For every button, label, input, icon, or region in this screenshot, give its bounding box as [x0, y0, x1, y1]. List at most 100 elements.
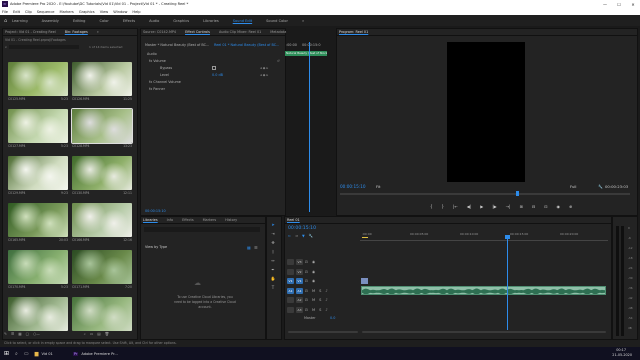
- solo-icon[interactable]: S: [319, 298, 321, 302]
- program-fit-select[interactable]: Fit: [376, 184, 380, 189]
- bypass-checkbox[interactable]: [212, 66, 216, 70]
- clip-thumbnail[interactable]: [8, 62, 68, 96]
- menu-view[interactable]: View: [100, 10, 109, 14]
- mark-out-button[interactable]: }: [442, 204, 445, 209]
- source-patch-button[interactable]: [287, 306, 294, 313]
- lock-icon[interactable]: ⊡: [305, 308, 308, 312]
- step-back-button[interactable]: ◀|: [467, 204, 471, 209]
- taskbar-premiere-icon[interactable]: Pr: [72, 351, 79, 356]
- lock-icon[interactable]: ⊡: [305, 279, 308, 283]
- clip-thumbnail[interactable]: [71, 108, 133, 144]
- add-button[interactable]: ⊕: [569, 204, 572, 209]
- new-bin-icon[interactable]: ▭: [90, 332, 93, 336]
- home-icon[interactable]: ⌂: [4, 18, 12, 24]
- workspace-graphics[interactable]: Graphics: [173, 19, 189, 23]
- mute-icon[interactable]: M: [312, 289, 315, 293]
- tab-project[interactable]: Project: Vid 01 - Creating Reel: [5, 30, 56, 34]
- timeline-h-scrollbar[interactable]: [362, 331, 606, 333]
- mic-icon[interactable]: ♪: [325, 289, 327, 293]
- track-label[interactable]: A2: [296, 297, 303, 303]
- eye-icon[interactable]: ◉: [312, 279, 315, 283]
- tab-program[interactable]: Program: Reel 01: [339, 30, 368, 34]
- timeline-zoom-scrollbar[interactable]: [288, 331, 358, 333]
- maximize-button[interactable]: ☐: [612, 2, 626, 7]
- keyframe-nav-icon[interactable]: ◂ ◆ ▸: [260, 66, 268, 70]
- mute-icon[interactable]: M: [312, 308, 315, 312]
- program-scrubber[interactable]: [340, 193, 630, 195]
- taskbar-item-premiere[interactable]: Adobe Premiere Pr...: [81, 352, 117, 356]
- taskbar-item-vid01[interactable]: Vid 01: [41, 352, 52, 356]
- lift-button[interactable]: ⊞: [519, 204, 522, 209]
- search-bin-icon[interactable]: ⌕: [84, 332, 86, 336]
- video-clip-v1[interactable]: [361, 278, 368, 284]
- menu-graphics[interactable]: Graphics: [79, 10, 95, 14]
- clip-thumbnail[interactable]: [72, 62, 132, 96]
- workspace-sound-color[interactable]: Sound Color: [266, 19, 288, 23]
- libraries-dropdown[interactable]: [144, 227, 260, 232]
- step-forward-button[interactable]: |▶: [492, 204, 496, 209]
- clip-thumbnail[interactable]: [8, 297, 68, 331]
- track-select-tool-icon[interactable]: ⇥: [270, 231, 276, 237]
- track-label[interactable]: A3: [296, 306, 303, 313]
- source-patch-button[interactable]: [287, 268, 294, 275]
- audio-clip-a1[interactable]: [361, 286, 606, 295]
- workspace-color[interactable]: Color: [99, 19, 108, 23]
- pen-tool-icon[interactable]: ✒: [270, 267, 276, 273]
- reset-volume-icon[interactable]: ↺: [277, 59, 280, 63]
- solo-icon[interactable]: S: [319, 308, 321, 312]
- clip-thumbnail[interactable]: [72, 250, 132, 284]
- go-to-out-button[interactable]: →|: [506, 204, 511, 209]
- workspaces-more[interactable]: »: [302, 19, 304, 23]
- source-patch-button[interactable]: A1: [287, 287, 294, 294]
- track-label[interactable]: V1: [296, 278, 303, 284]
- timeline-playhead-handle[interactable]: [505, 235, 510, 239]
- ec-clip-label[interactable]: Reel 01 * Natural Beauty (Best of BC...: [214, 43, 279, 47]
- keyframe-nav-level-icon[interactable]: ◂ ◆ ▸: [260, 73, 268, 77]
- track-label[interactable]: V3: [296, 259, 303, 265]
- extract-button[interactable]: ⊟: [532, 204, 535, 209]
- list-view-lib-icon[interactable]: ☰: [254, 245, 258, 250]
- trash-icon[interactable]: 🗑: [105, 332, 110, 336]
- mic-icon[interactable]: ♪: [325, 298, 327, 302]
- selection-tool-icon[interactable]: ➤: [270, 222, 276, 228]
- track-header-v1[interactable]: V1 V1 ⊡ ◉: [287, 277, 319, 285]
- menu-markers[interactable]: Markers: [60, 10, 74, 14]
- freeform-view-icon[interactable]: ▢: [26, 332, 29, 336]
- track-label[interactable]: A1: [296, 287, 303, 294]
- workspace-sound-edit[interactable]: Sound Edit: [233, 19, 252, 23]
- program-playhead[interactable]: [516, 191, 519, 196]
- mark-in-button[interactable]: {: [430, 204, 433, 209]
- ripple-edit-tool-icon[interactable]: ✥: [270, 240, 276, 246]
- folder-icon[interactable]: ▆: [35, 351, 39, 357]
- clip-thumbnail[interactable]: [72, 156, 132, 190]
- compare-button[interactable]: ◉: [557, 204, 561, 209]
- clip-thumbnail[interactable]: [8, 109, 68, 143]
- menu-clip[interactable]: Clip: [25, 10, 32, 14]
- menu-file[interactable]: File: [2, 10, 8, 14]
- menu-window[interactable]: Window: [113, 10, 127, 14]
- taskbar-search-icon[interactable]: ⌕: [15, 351, 18, 357]
- lock-icon[interactable]: ⊡: [305, 260, 308, 264]
- icon-view-icon[interactable]: ▦: [18, 332, 21, 336]
- tab-bin-footages[interactable]: Bin: Footages: [65, 30, 88, 34]
- zoom-slider-icon[interactable]: ○—: [33, 332, 40, 336]
- menu-help[interactable]: Help: [132, 10, 140, 14]
- tab-reel-01[interactable]: Reel 01: [287, 218, 300, 222]
- tab-effect-controls[interactable]: Effect Controls: [185, 30, 210, 34]
- source-patch-button[interactable]: V1: [287, 278, 294, 284]
- source-patch-button[interactable]: [287, 297, 294, 303]
- ec-playhead[interactable]: [309, 42, 310, 212]
- solo-icon[interactable]: S: [319, 289, 321, 293]
- view-by-type[interactable]: View by Type: [145, 245, 167, 249]
- clip-thumbnail[interactable]: [72, 203, 132, 237]
- timeline-playhead[interactable]: [507, 238, 508, 330]
- eye-icon[interactable]: ◉: [312, 270, 315, 274]
- program-quality-select[interactable]: Full: [570, 184, 577, 189]
- workspace-assembly[interactable]: Assembly: [42, 19, 59, 23]
- new-item-icon[interactable]: ▤: [97, 332, 100, 336]
- go-to-in-button[interactable]: |←: [453, 204, 458, 209]
- add-marker-icon[interactable]: ▼: [302, 234, 305, 238]
- workspace-learning[interactable]: Learning: [12, 19, 28, 23]
- track-header-v2[interactable]: V2 ⊡ ◉: [287, 268, 319, 276]
- search-icon[interactable]: ⌕: [5, 45, 7, 49]
